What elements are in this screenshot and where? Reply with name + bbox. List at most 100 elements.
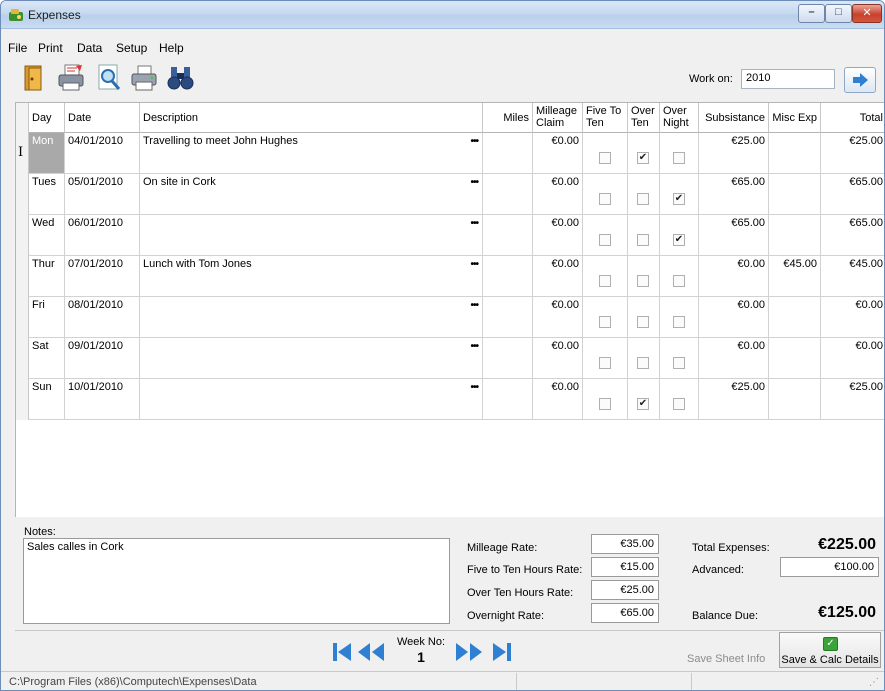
five-to-ten-checkbox[interactable] xyxy=(599,398,611,410)
column-header-day[interactable]: Day xyxy=(29,103,65,133)
cell-claim[interactable]: €0.00 xyxy=(533,133,583,174)
cell-five-to-ten[interactable] xyxy=(583,215,628,256)
next-week-icon[interactable] xyxy=(454,641,484,663)
cell-claim[interactable]: €0.00 xyxy=(533,256,583,297)
cell-over-ten[interactable] xyxy=(628,256,660,297)
over-night-checkbox[interactable] xyxy=(673,357,685,369)
minimize-button[interactable]: – xyxy=(798,4,825,23)
title-bar[interactable]: Expenses – □ ✕ xyxy=(1,1,884,29)
cell-miles[interactable] xyxy=(483,338,533,379)
cell-misc[interactable] xyxy=(769,174,821,215)
cell-miles[interactable] xyxy=(483,174,533,215)
save-sheet-info-button[interactable]: Save Sheet Info xyxy=(687,653,765,665)
column-header-misc[interactable]: Misc Exp xyxy=(769,103,821,133)
cell-misc[interactable]: €45.00 xyxy=(769,256,821,297)
over-night-checkbox[interactable]: ✔ xyxy=(673,193,685,205)
maximize-button[interactable]: □ xyxy=(825,4,852,23)
description-ellipsis-button[interactable]: ••• xyxy=(470,300,478,312)
cell-subsistance[interactable]: €0.00 xyxy=(699,297,769,338)
cell-subsistance[interactable]: €0.00 xyxy=(699,338,769,379)
cell-over-night[interactable] xyxy=(660,256,699,297)
print-preview-icon[interactable] xyxy=(94,63,124,93)
cell-over-ten[interactable]: ✔ xyxy=(628,379,660,420)
description-ellipsis-button[interactable]: ••• xyxy=(470,259,478,271)
cell-over-ten[interactable] xyxy=(628,297,660,338)
cell-misc[interactable] xyxy=(769,133,821,174)
over-ten-checkbox[interactable]: ✔ xyxy=(637,152,649,164)
cell-over-ten[interactable] xyxy=(628,338,660,379)
previous-week-icon[interactable] xyxy=(356,641,386,663)
cell-over-ten[interactable] xyxy=(628,174,660,215)
column-header-over-ten[interactable]: Over Ten xyxy=(628,103,660,133)
cell-subsistance[interactable]: €65.00 xyxy=(699,174,769,215)
cell-five-to-ten[interactable] xyxy=(583,338,628,379)
cell-miles[interactable] xyxy=(483,297,533,338)
over-ten-checkbox[interactable] xyxy=(637,193,649,205)
cell-over-night[interactable]: ✔ xyxy=(660,215,699,256)
description-ellipsis-button[interactable]: ••• xyxy=(470,382,478,394)
first-week-icon[interactable] xyxy=(331,641,353,663)
overnight-rate-input[interactable]: €65.00 xyxy=(591,603,659,623)
over-night-checkbox[interactable] xyxy=(673,316,685,328)
five-to-ten-rate-input[interactable]: €15.00 xyxy=(591,557,659,577)
cell-day[interactable]: Wed xyxy=(29,215,65,256)
cell-over-night[interactable]: ✔ xyxy=(660,174,699,215)
cell-over-night[interactable] xyxy=(660,338,699,379)
cell-total[interactable]: €0.00 xyxy=(821,297,884,338)
cell-description[interactable]: On site in Cork ••• xyxy=(140,174,483,215)
column-header-total[interactable]: Total xyxy=(821,103,884,133)
over-ten-rate-input[interactable]: €25.00 xyxy=(591,580,659,600)
over-night-checkbox[interactable]: ✔ xyxy=(673,234,685,246)
five-to-ten-checkbox[interactable] xyxy=(599,275,611,287)
cell-description[interactable]: ••• xyxy=(140,379,483,420)
over-ten-checkbox[interactable] xyxy=(637,234,649,246)
cell-date[interactable]: 05/01/2010 xyxy=(65,174,140,215)
cell-five-to-ten[interactable] xyxy=(583,133,628,174)
cell-subsistance[interactable]: €0.00 xyxy=(699,256,769,297)
menu-setup[interactable]: Setup xyxy=(116,41,147,55)
over-night-checkbox[interactable] xyxy=(673,152,685,164)
cell-day[interactable]: Fri xyxy=(29,297,65,338)
cell-description[interactable]: ••• xyxy=(140,338,483,379)
cell-total[interactable]: €25.00 xyxy=(821,133,884,174)
cell-claim[interactable]: €0.00 xyxy=(533,215,583,256)
cell-misc[interactable] xyxy=(769,215,821,256)
menu-help[interactable]: Help xyxy=(159,41,184,55)
cell-date[interactable]: 09/01/2010 xyxy=(65,338,140,379)
menu-file[interactable]: File xyxy=(8,41,27,55)
cell-miles[interactable] xyxy=(483,256,533,297)
cell-date[interactable]: 06/01/2010 xyxy=(65,215,140,256)
save-calc-details-button[interactable]: ✓ Save & Calc Details xyxy=(779,632,881,668)
cell-five-to-ten[interactable] xyxy=(583,256,628,297)
over-ten-checkbox[interactable] xyxy=(637,316,649,328)
cell-description[interactable]: Travelling to meet John Hughes ••• xyxy=(140,133,483,174)
cell-miles[interactable] xyxy=(483,133,533,174)
five-to-ten-checkbox[interactable] xyxy=(599,357,611,369)
cell-claim[interactable]: €0.00 xyxy=(533,379,583,420)
cell-date[interactable]: 10/01/2010 xyxy=(65,379,140,420)
cell-description[interactable]: ••• xyxy=(140,215,483,256)
five-to-ten-checkbox[interactable] xyxy=(599,193,611,205)
go-button[interactable] xyxy=(844,67,876,93)
cell-over-ten[interactable]: ✔ xyxy=(628,133,660,174)
exit-door-icon[interactable] xyxy=(20,63,50,93)
cell-date[interactable]: 07/01/2010 xyxy=(65,256,140,297)
menu-data[interactable]: Data xyxy=(77,41,102,55)
description-ellipsis-button[interactable]: ••• xyxy=(470,136,478,148)
over-night-checkbox[interactable] xyxy=(673,275,685,287)
cell-day[interactable]: Sun xyxy=(29,379,65,420)
description-ellipsis-button[interactable]: ••• xyxy=(470,218,478,230)
cell-over-ten[interactable] xyxy=(628,215,660,256)
print-options-icon[interactable] xyxy=(56,63,86,93)
cell-claim[interactable]: €0.00 xyxy=(533,174,583,215)
cell-miles[interactable] xyxy=(483,215,533,256)
column-header-date[interactable]: Date xyxy=(65,103,140,133)
description-ellipsis-button[interactable]: ••• xyxy=(470,177,478,189)
binoculars-find-icon[interactable] xyxy=(166,63,196,93)
column-header-subsistance[interactable]: Subsistance xyxy=(699,103,769,133)
printer-icon[interactable] xyxy=(129,63,159,93)
cell-total[interactable]: €65.00 xyxy=(821,215,884,256)
cell-total[interactable]: €65.00 xyxy=(821,174,884,215)
cell-subsistance[interactable]: €25.00 xyxy=(699,379,769,420)
cell-misc[interactable] xyxy=(769,379,821,420)
